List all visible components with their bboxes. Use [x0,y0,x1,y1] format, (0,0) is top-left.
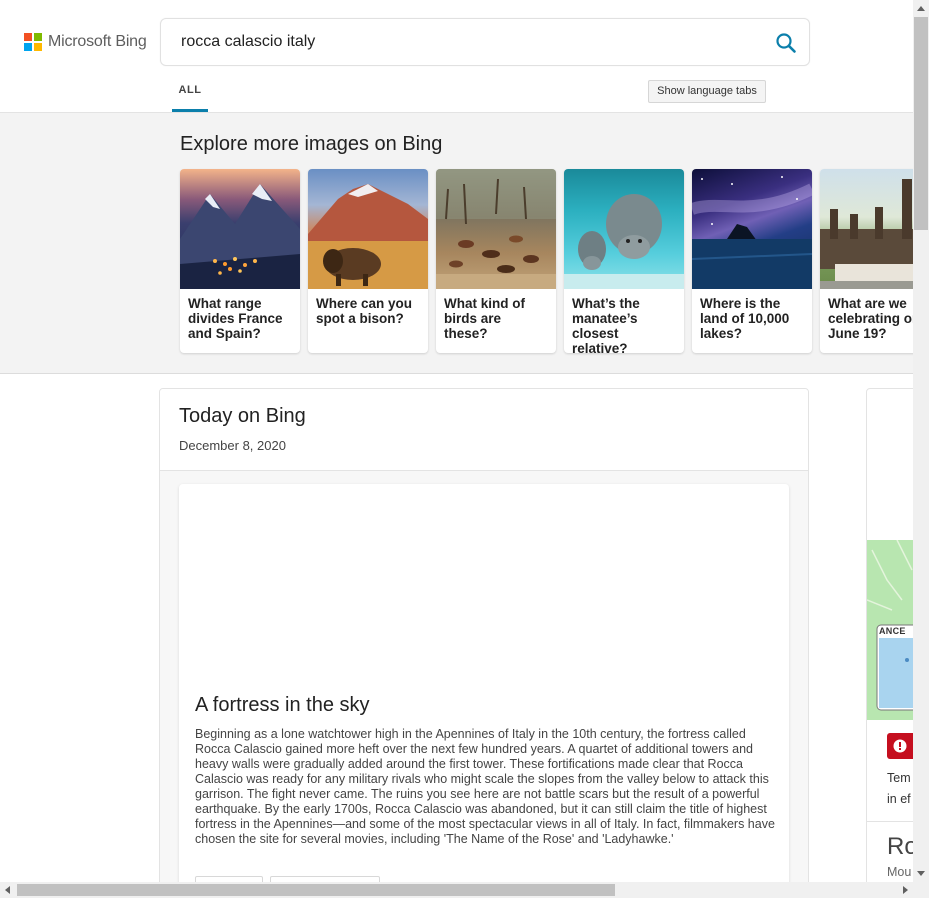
today-date: December 8, 2020 [179,438,286,453]
scroll-up-icon[interactable] [913,0,929,17]
scroll-right-icon[interactable] [897,882,913,898]
vertical-scroll-thumb[interactable] [914,17,928,230]
header: Microsoft Bing rocca calascio italy ALL … [0,0,913,113]
vertical-scrollbar[interactable] [913,0,929,882]
explore-card[interactable]: Where can you spot a bison? [308,169,428,353]
story-title: A fortress in the sky [195,694,370,716]
explore-card-label: Where is the land of 10,000 lakes? [700,296,790,341]
side-text: in ef [887,792,911,806]
birds-image [436,169,556,289]
scroll-down-icon[interactable] [913,865,929,882]
explore-card-label: What’s the manatee’s closest relative? [572,296,640,353]
side-subheading: Mou [887,865,912,879]
alert-icon [893,739,907,753]
tab-all[interactable]: ALL [172,84,208,112]
mountain-town-image [180,169,300,289]
night-lake-image [692,169,812,289]
main-content: Today on Bing December 8, 2020 A fortres… [0,374,928,890]
side-text: Tem [887,771,911,785]
explore-card[interactable]: Where is the land of 10,000 lakes? [692,169,812,353]
manatee-image [564,169,684,289]
explore-card[interactable]: What range divides France and Spain? [180,169,300,353]
horizontal-scroll-thumb[interactable] [17,884,615,896]
today-title: Today on Bing [179,405,306,427]
bison-image [308,169,428,289]
explore-section: Explore more images on Bing What range d… [0,113,929,374]
search-input[interactable]: rocca calascio italy [181,33,315,51]
today-on-bing-panel: Today on Bing December 8, 2020 A fortres… [159,388,809,890]
show-language-tabs-button[interactable]: Show language tabs [648,80,766,103]
explore-card-label: What range divides France and Spain? [188,296,283,341]
logo-text: Microsoft Bing [48,33,147,50]
story-body: Beginning as a lone watchtower high in t… [195,727,775,846]
explore-card-label: What kind of birds are these? [444,296,525,341]
today-header: Today on Bing December 8, 2020 [160,389,808,471]
horizontal-scrollbar[interactable] [0,882,913,898]
explore-card-label: Where can you spot a bison? [316,296,413,326]
explore-card[interactable]: What kind of birds are these? [436,169,556,353]
explore-heading: Explore more images on Bing [180,133,443,155]
bing-logo[interactable]: Microsoft Bing [24,33,147,51]
microsoft-logo-icon [24,33,42,51]
story-card[interactable]: A fortress in the sky Beginning as a lon… [179,484,789,889]
map-label: ANCE [879,626,906,636]
explore-card[interactable]: What’s the manatee’s closest relative? [564,169,684,353]
scroll-left-icon[interactable] [0,882,16,898]
search-icon[interactable] [775,32,797,54]
search-box[interactable]: rocca calascio italy [160,18,810,66]
scrollbar-corner [913,882,929,898]
